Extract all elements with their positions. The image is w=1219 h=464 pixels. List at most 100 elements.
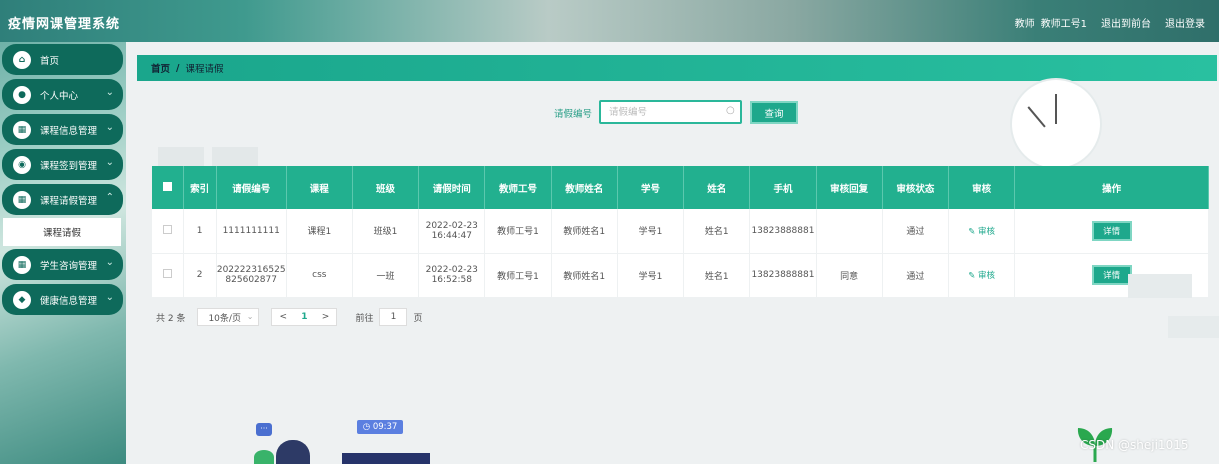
cell-leave-time: 2022-02-23 16:44:47 [418,209,486,254]
page-word: 页 [413,313,423,324]
leave-no-line: 202222316525 [216,265,286,275]
audit-link[interactable]: ✎ 审核 [968,271,995,281]
search-icon: ○ [726,105,735,116]
column-header: 手机 [749,166,817,209]
top-bar: 疫情网课管理系统 教师 教师工号1 退出到前台 退出登录 [0,0,1219,42]
cell-course: css [286,253,353,298]
cell-status: 通过 [882,253,950,298]
cell-student-no: 学号1 [617,209,685,254]
main-content: 首页 / 课程请假 请假编号 ○ 查询 索引 请假编号 课程 班级 请假时间 教… [126,42,1219,464]
sidebar-item-course-signin[interactable]: ◉ 课程签到管理 ⌄ [2,149,123,180]
total-count: 共 2 条 [156,313,186,324]
cell-teacher-no: 教师工号1 [484,253,552,298]
chevron-down-icon: ⌄ [105,122,114,133]
edit-icon: ✎ [968,271,979,281]
clock-decoration [1012,80,1100,168]
grid-icon: ▦ [13,255,31,274]
column-header: 请假编号 [216,166,287,209]
clock-tag: ◷ 09:37 [357,420,403,434]
current-page[interactable]: 1 [301,312,307,322]
sidebar-item-label: 课程签到管理 [40,160,98,172]
ghost-button [158,147,204,167]
cell-leave-time: 2022-02-23 16:52:58 [418,253,486,298]
column-header: 教师姓名 [551,166,618,209]
logout-link[interactable]: 退出登录 [1165,15,1205,30]
next-page-button[interactable]: > [322,312,330,322]
pagination: 共 2 条 10条/页 ⌄ < 1 > 前往 1 页 [156,308,422,326]
column-header: 审核状态 [882,166,950,209]
sidebar-subitem-course-leave[interactable]: 课程请假 [3,218,121,246]
cell-class: 班级1 [352,209,420,254]
leave-time: 16:44:47 [431,230,472,241]
row-select-cell[interactable] [152,253,184,298]
person-illustration [276,440,310,464]
chevron-down-icon: ⌄ [105,257,114,268]
chevron-up-icon: ⌃ [105,192,114,203]
cell-reply: 同意 [816,253,883,298]
prev-page-button[interactable]: < [280,312,288,322]
watermark: CSDN @sheji1015 [1080,438,1189,452]
row-select-cell[interactable] [152,209,184,254]
breadcrumb-home[interactable]: 首页 [151,61,170,75]
cell-action: 详情 [1014,209,1209,254]
sidebar-item-profile[interactable]: ● 个人中心 ⌄ [2,79,123,110]
clock-hand [1055,94,1057,124]
header-right: 教师 教师工号1 退出到前台 退出登录 [1015,15,1205,30]
decoration-card [1168,316,1219,338]
ghost-button [212,147,258,167]
sidebar-item-label: 首页 [40,55,60,67]
app-title: 疫情网课管理系统 [8,17,121,32]
row-checkbox[interactable] [162,269,172,278]
cell-phone: 13823888881 [749,253,817,298]
cell-teacher-name: 教师姓名1 [551,253,618,298]
page-nav: < 1 > [271,308,338,326]
sidebar-item-label: 学生咨询管理 [40,260,98,272]
camera-icon: ◉ [13,155,31,174]
leave-date: 2022-02-23 [425,265,478,275]
select-all-checkbox[interactable] [162,181,172,191]
page-size-select[interactable]: 10条/页 ⌄ [197,308,260,326]
search-button[interactable]: 查询 [750,101,798,124]
cell-index: 1 [183,209,217,254]
cell-teacher-no: 教师工号1 [484,209,552,254]
breadcrumb-current: 课程请假 [185,64,224,75]
row-checkbox[interactable] [162,224,172,234]
goto-page-input[interactable]: 1 [379,308,408,326]
column-header: 课程 [286,166,353,209]
user-name: 教师工号1 [1040,19,1087,30]
column-header: 姓名 [683,166,751,209]
back-to-front-link[interactable]: 退出到前台 [1101,15,1151,30]
sidebar-item-health-info[interactable]: ◆ 健康信息管理 ⌄ [2,284,123,315]
cell-leave-no: 1111111111 [216,209,287,254]
cell-leave-no: 202222316525 825602877 [216,253,287,298]
column-header: 索引 [183,166,217,209]
grid-icon: ▦ [13,120,31,139]
edit-icon: ✎ [968,226,979,237]
page-size-value: 10条/页 [208,313,241,324]
table-header-row: 索引 请假编号 课程 班级 请假时间 教师工号 教师姓名 学号 姓名 手机 审核… [152,166,1209,209]
goto-label: 前往 [355,313,374,324]
sidebar-item-student-consult[interactable]: ▦ 学生咨询管理 ⌄ [2,249,123,280]
audit-link[interactable]: ✎ 审核 [968,227,995,237]
leave-table: 索引 请假编号 课程 班级 请假时间 教师工号 教师姓名 学号 姓名 手机 审核… [152,166,1209,298]
cell-name: 姓名1 [683,209,751,254]
cell-student-no: 学号1 [617,253,685,298]
decoration-card [1128,274,1192,298]
chevron-down-icon: ⌄ [105,292,114,303]
sidebar-item-home[interactable]: ⌂ 首页 [2,44,123,75]
cell-audit: ✎ 审核 [948,253,1016,298]
search-input[interactable] [599,100,742,124]
detail-button[interactable]: 详情 [1091,220,1132,241]
select-all-cell[interactable] [152,166,184,209]
leave-date: 2022-02-23 [425,220,478,231]
column-header: 请假时间 [418,166,486,209]
chat-bubble-icon: ··· [256,423,272,436]
table-row: 1 1111111111 课程1 班级1 2022-02-23 16:44:47… [152,209,1209,254]
sidebar-item-course-info[interactable]: ▦ 课程信息管理 ⌄ [2,114,123,145]
audit-link-label: 审核 [978,271,996,281]
detail-button[interactable]: 详情 [1091,265,1132,285]
column-header: 学号 [617,166,685,209]
sidebar-item-course-leave[interactable]: ▦ 课程请假管理 ⌃ [2,184,123,215]
sidebar: ⌂ 首页 ● 个人中心 ⌄ ▦ 课程信息管理 ⌄ ◉ 课程签到管理 ⌄ ▦ 课程… [0,42,126,464]
search-label: 请假编号 [554,109,593,120]
